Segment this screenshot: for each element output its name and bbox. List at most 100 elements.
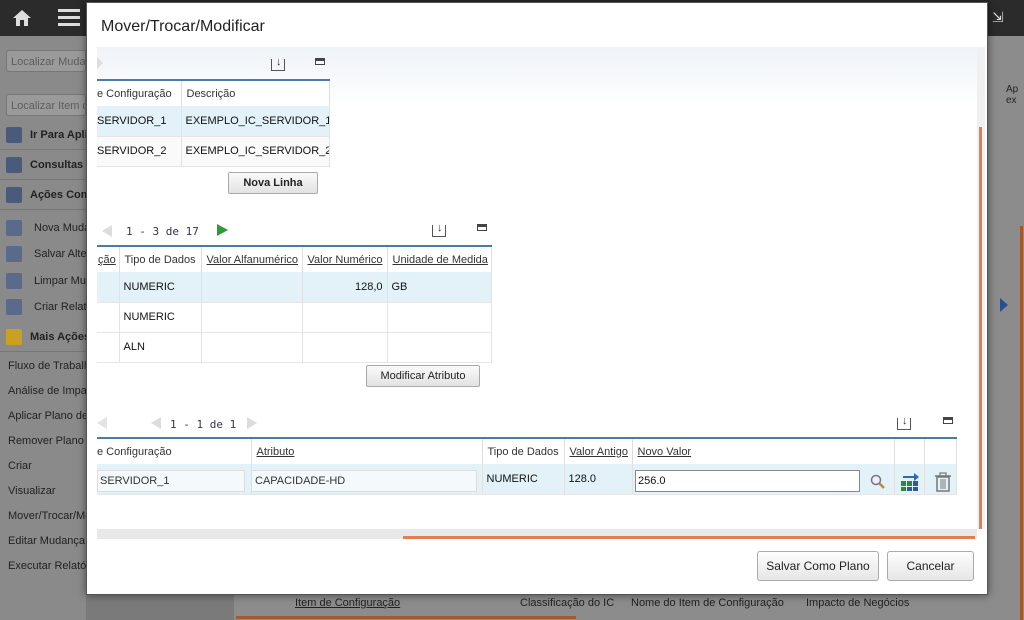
modify-attribute-button[interactable]: Modificar Atributo bbox=[366, 365, 480, 387]
sidebar-more-actions[interactable]: Mais Ações bbox=[0, 324, 86, 352]
download-icon[interactable] bbox=[897, 415, 911, 430]
column-header: Classificação do IC bbox=[520, 597, 615, 609]
cancel-button[interactable]: Cancelar bbox=[887, 551, 974, 581]
pagination-text: 1 - 1 de 1 bbox=[170, 418, 237, 431]
report-icon bbox=[6, 299, 22, 315]
column-header[interactable]: Novo Valor bbox=[632, 437, 895, 464]
previous-page-icon bbox=[102, 225, 112, 237]
table-cell bbox=[201, 272, 303, 303]
sidebar-item-label: Salvar Alteração bbox=[34, 248, 86, 260]
column-header[interactable]: Atributo bbox=[251, 437, 483, 464]
home-icon[interactable] bbox=[12, 8, 32, 28]
sidebar-goto-apps[interactable]: Ir Para Aplicações bbox=[0, 122, 86, 150]
table-cell: NUMERIC bbox=[482, 464, 565, 495]
column-header[interactable]: Valor Antigo bbox=[564, 437, 633, 464]
table-row[interactable]: SERVIDOR_1 EXEMPLO_IC_SERVIDOR_1 bbox=[97, 106, 330, 137]
column-header[interactable]: Valor Numérico bbox=[302, 245, 388, 272]
sidebar-new-change[interactable]: Nova Mudança bbox=[0, 215, 86, 241]
column-header[interactable]: Item de Configuração bbox=[295, 597, 400, 609]
column-header: e Configuração bbox=[97, 79, 182, 106]
minimize-icon[interactable] bbox=[315, 58, 325, 65]
query-icon bbox=[6, 157, 22, 173]
table-cell: ALN bbox=[119, 332, 202, 363]
sidebar-more-item[interactable]: Remover Plano bbox=[0, 429, 86, 454]
column-header bbox=[924, 437, 957, 464]
table-cell bbox=[302, 302, 388, 333]
table-cell bbox=[387, 302, 492, 333]
download-icon[interactable] bbox=[432, 222, 446, 237]
scrollbar-thumb[interactable] bbox=[979, 127, 982, 529]
sidebar-queries[interactable]: Consultas bbox=[0, 152, 86, 180]
table-cell: SERVIDOR_2 bbox=[97, 136, 182, 167]
new-row-button[interactable]: Nova Linha bbox=[228, 172, 318, 194]
next-page-icon bbox=[247, 417, 257, 429]
column-header bbox=[894, 437, 925, 464]
table-cell bbox=[201, 302, 303, 333]
sidebar-more-item[interactable]: Visualizar bbox=[0, 479, 86, 504]
next-page-icon[interactable] bbox=[217, 224, 228, 236]
minimize-icon[interactable] bbox=[943, 417, 953, 424]
sidebar-more-item[interactable]: Análise de Impacto bbox=[0, 379, 86, 404]
config-items-table: e Configuração Descrição SERVIDOR_1 EXEM… bbox=[97, 79, 330, 167]
table-cell bbox=[97, 332, 120, 363]
horizontal-scrollbar[interactable] bbox=[97, 529, 977, 539]
new-value-input[interactable] bbox=[635, 470, 860, 492]
previous-page-icon bbox=[151, 417, 161, 429]
column-header: Tipo de Dados bbox=[482, 437, 565, 464]
scroll-indicator bbox=[236, 616, 576, 619]
background-right-panel: Ap ex bbox=[988, 36, 1024, 620]
table-row[interactable]: ALN bbox=[97, 332, 492, 363]
move-swap-modify-dialog: Mover/Trocar/Modificar e Configuração De… bbox=[86, 2, 988, 595]
table-cell bbox=[97, 272, 120, 303]
sidebar: Localizar Mudança Localizar Item de Conf… bbox=[0, 36, 86, 620]
table-cell bbox=[387, 332, 492, 363]
save-as-plan-button[interactable]: Salvar Como Plano bbox=[757, 551, 879, 581]
sidebar-common-actions[interactable]: Ações Comuns bbox=[0, 182, 86, 210]
sidebar-more-item[interactable]: Aplicar Plano de bbox=[0, 404, 86, 429]
trash-icon[interactable] bbox=[934, 472, 952, 492]
scroll-indicator bbox=[1020, 226, 1023, 620]
sidebar-more-item[interactable]: Fluxo de Trabalho bbox=[0, 354, 86, 379]
sidebar-item-label: Criar Relatório bbox=[34, 301, 86, 313]
table-cell: SERVIDOR_1 bbox=[97, 106, 182, 137]
sidebar-more-item[interactable]: Executar Relatório bbox=[0, 554, 86, 579]
config-item-field[interactable]: SERVIDOR_1 bbox=[97, 470, 245, 492]
column-header: Impacto de Negócios bbox=[806, 597, 910, 609]
attribute-field[interactable]: CAPACIDADE-HD bbox=[251, 470, 477, 492]
right-panel-text: Ap ex bbox=[1006, 84, 1019, 106]
sidebar-clear-change[interactable]: Limpar Mudança bbox=[0, 268, 86, 294]
table-cell: 128.0 bbox=[564, 464, 633, 495]
signout-icon[interactable]: ⇲ bbox=[992, 9, 1006, 25]
column-header[interactable]: Valor Alfanumérico bbox=[201, 245, 303, 272]
dialog-title: Mover/Trocar/Modificar bbox=[101, 18, 265, 35]
sidebar-item-label: Consultas bbox=[30, 159, 84, 171]
dialog-body: e Configuração Descrição SERVIDOR_1 EXEM… bbox=[97, 47, 977, 543]
expand-arrow-icon[interactable] bbox=[1000, 298, 1008, 312]
menu-icon[interactable] bbox=[58, 9, 80, 27]
sidebar-create-report[interactable]: Criar Relatório bbox=[0, 294, 86, 320]
table-row[interactable]: NUMERIC bbox=[97, 302, 492, 333]
search-ci-input[interactable]: Localizar Item de Configuração bbox=[6, 94, 86, 116]
vertical-scrollbar[interactable] bbox=[977, 47, 985, 529]
search-change-input[interactable]: Localizar Mudança bbox=[6, 50, 86, 72]
sidebar-more-item[interactable]: Criar bbox=[0, 454, 86, 479]
sidebar-more-item[interactable]: Mover/Trocar/Modificar bbox=[0, 504, 86, 529]
table-row[interactable]: NUMERIC 128,0 GB bbox=[97, 272, 492, 303]
column-header: Tipo de Dados bbox=[119, 245, 202, 272]
pagination-text: 1 - 3 de 17 bbox=[126, 225, 199, 238]
table-row[interactable]: SERVIDOR_2 EXEMPLO_IC_SERVIDOR_2 bbox=[97, 136, 330, 167]
attributes-table: ção Tipo de Dados Valor Alfanumérico Val… bbox=[97, 245, 492, 363]
download-icon[interactable] bbox=[271, 56, 285, 71]
sidebar-more-item[interactable]: Editar Mudança bbox=[0, 529, 86, 554]
sidebar-item-label: Nova Mudança bbox=[34, 222, 86, 234]
table-cell: NUMERIC bbox=[119, 302, 202, 333]
scrollbar-thumb[interactable] bbox=[403, 536, 975, 539]
sidebar-save-change[interactable]: Salvar Alteração bbox=[0, 241, 86, 267]
move-icon[interactable] bbox=[900, 472, 920, 492]
column-header[interactable]: Unidade de Medida bbox=[387, 245, 492, 272]
minimize-icon[interactable] bbox=[477, 224, 487, 231]
search-icon[interactable] bbox=[870, 474, 886, 490]
column-header[interactable]: ção bbox=[97, 245, 120, 272]
sidebar-item-label: Limpar Mudança bbox=[34, 275, 86, 287]
apps-icon bbox=[6, 127, 22, 143]
